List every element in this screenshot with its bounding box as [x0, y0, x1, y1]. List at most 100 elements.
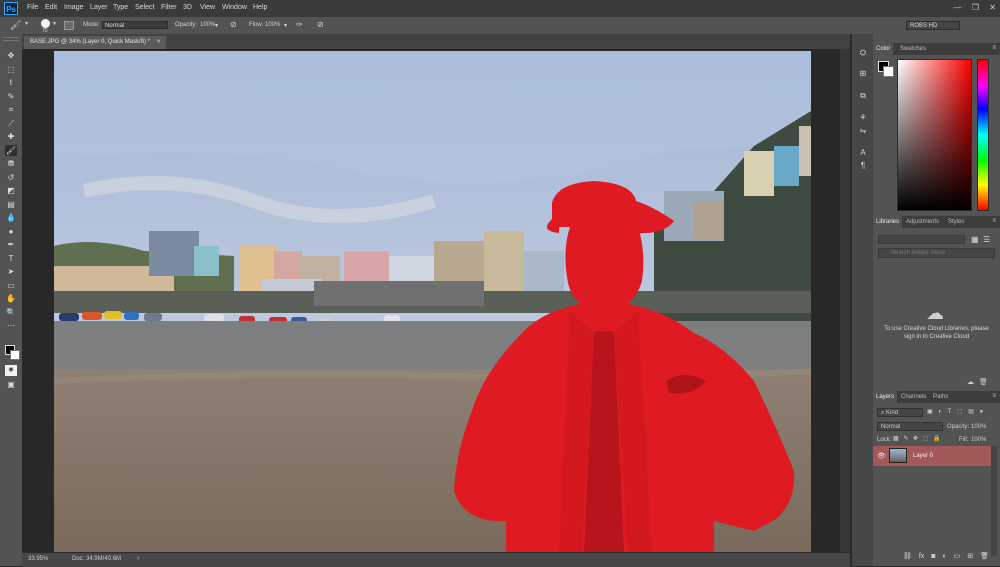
move-tool-icon[interactable]: ✥ [5, 50, 17, 61]
menu-type[interactable]: Type [113, 4, 128, 11]
eraser-tool-icon[interactable]: ◩ [5, 185, 17, 196]
vertical-scrollbar[interactable] [840, 49, 850, 552]
add-mask-icon[interactable]: ◙ [931, 553, 935, 560]
brush-tool-icon[interactable]: 🖌 [10, 20, 21, 31]
character-panel-icon[interactable]: A [857, 147, 869, 158]
workspace-select[interactable]: ROBS HD [906, 21, 960, 30]
close-tab-icon[interactable]: × [157, 39, 161, 45]
tab-adjustments[interactable]: Adjustments [903, 216, 942, 228]
status-menu-arrow-icon[interactable]: › [137, 555, 139, 562]
menu-layer[interactable]: Layer [90, 4, 108, 11]
tab-swatches[interactable]: Swatches [897, 43, 929, 55]
pressure-opacity-icon[interactable]: ⊘ [230, 20, 237, 29]
tab-paths[interactable]: Paths [930, 391, 951, 403]
brush-settings-panel-icon[interactable]: ⚘ [857, 112, 869, 123]
paragraph-panel-icon[interactable]: ¶ [857, 160, 869, 171]
fx-icon[interactable]: fx [919, 553, 924, 560]
color-picker-field[interactable] [897, 59, 972, 211]
close-icon[interactable]: ✕ [989, 3, 996, 12]
menu-file[interactable]: File [27, 4, 38, 11]
rectangle-tool-icon[interactable]: ▭ [5, 280, 17, 291]
panel-menu-icon[interactable]: ≡ [992, 218, 996, 224]
background-color-swatch[interactable] [10, 350, 20, 360]
background-color-swatch[interactable] [883, 66, 894, 77]
clone-stamp-tool-icon[interactable]: ⛃ [5, 158, 17, 169]
marquee-tool-icon[interactable]: ⬚ [5, 64, 17, 75]
opacity-value[interactable]: 100% [200, 22, 215, 28]
tab-libraries[interactable]: Libraries [873, 216, 903, 228]
flow-value[interactable]: 100% [265, 22, 280, 28]
menu-image[interactable]: Image [64, 4, 83, 11]
new-layer-icon[interactable]: ⊞ [967, 553, 973, 560]
pressure-size-icon[interactable]: ⊘ [317, 20, 324, 29]
tab-color[interactable]: Color [873, 43, 894, 55]
panel-menu-icon[interactable]: ≡ [992, 45, 996, 51]
layer-filter-select[interactable]: ⌕ Kind [877, 408, 923, 417]
lock-artboard-icon[interactable]: ⬚ [923, 436, 929, 442]
toolbar-grip[interactable] [3, 37, 19, 41]
menu-window[interactable]: Window [222, 4, 247, 11]
blur-tool-icon[interactable]: 💧 [5, 212, 17, 223]
tab-channels[interactable]: Channels [898, 391, 929, 403]
tab-styles[interactable]: Styles [945, 216, 967, 228]
airbrush-icon[interactable]: ✑ [296, 20, 303, 29]
list-view-icon[interactable]: ☰ [983, 235, 992, 244]
link-layers-icon[interactable]: ⛓ [903, 553, 912, 560]
lasso-tool-icon[interactable]: ℓ [5, 77, 17, 88]
menu-view[interactable]: View [200, 4, 215, 11]
adjustment-filter-icon[interactable]: ◐ [938, 409, 942, 415]
dodge-tool-icon[interactable]: ● [5, 226, 17, 237]
layer-name[interactable]: Layer 0 [913, 453, 933, 459]
gradient-tool-icon[interactable]: ▤ [5, 199, 17, 210]
grid-view-icon[interactable]: ▦ [971, 235, 980, 244]
cloud-sync-icon[interactable]: ☁ [967, 378, 974, 386]
path-selection-tool-icon[interactable]: ➤ [5, 266, 17, 277]
document-canvas[interactable] [54, 51, 811, 553]
minimize-icon[interactable]: — [954, 3, 962, 12]
layers-scrollbar[interactable] [991, 446, 997, 556]
chevron-down-icon[interactable]: ▾ [215, 22, 218, 29]
shape-filter-icon[interactable]: ⬚ [957, 409, 963, 415]
layer-opacity-value[interactable]: 100% [971, 424, 986, 430]
lock-image-icon[interactable]: ✎ [903, 436, 908, 442]
new-group-icon[interactable]: ▭ [954, 553, 961, 560]
zoom-level[interactable]: 33.95% [28, 556, 48, 562]
zoom-tool-icon[interactable]: 🔍 [5, 307, 17, 318]
trash-icon[interactable]: 🗑 [979, 378, 988, 386]
chevron-down-icon[interactable]: ▾ [284, 22, 287, 29]
healing-brush-tool-icon[interactable]: ✚ [5, 131, 17, 142]
lock-all-icon[interactable]: 🔒 [933, 436, 940, 442]
eye-icon[interactable]: 👁 [877, 452, 886, 460]
smart-object-filter-icon[interactable]: ▤ [968, 409, 974, 415]
menu-filter[interactable]: Filter [161, 4, 177, 11]
lock-transparent-icon[interactable]: ▩ [893, 436, 899, 442]
brush-panel-toggle-icon[interactable] [64, 21, 74, 30]
tab-layers[interactable]: Layers [873, 391, 898, 403]
lock-position-icon[interactable]: ✥ [913, 436, 918, 442]
menu-3d[interactable]: 3D [183, 4, 192, 11]
screen-mode-icon[interactable]: ▣ [5, 379, 17, 390]
edit-toolbar-icon[interactable]: ⋯ [5, 320, 17, 331]
quick-selection-tool-icon[interactable]: ✎ [5, 91, 17, 102]
info-panel-icon[interactable]: ⊞ [857, 68, 869, 79]
layer-fill-value[interactable]: 100% [971, 437, 986, 443]
type-filter-icon[interactable]: T [948, 409, 952, 415]
filter-toggle-icon[interactable]: ● [980, 409, 984, 415]
brush-preset-icon[interactable] [41, 19, 50, 28]
menu-help[interactable]: Help [253, 4, 267, 11]
eyedropper-tool-icon[interactable]: ⟋ [5, 118, 17, 129]
type-tool-icon[interactable]: T [5, 253, 17, 264]
pen-tool-icon[interactable]: ✒ [5, 239, 17, 250]
layer-row[interactable]: 👁 Layer 0 [873, 446, 991, 466]
blend-mode-select[interactable]: Normal [877, 422, 943, 431]
adjustment-layer-icon[interactable]: ◐ [942, 553, 946, 560]
hand-tool-icon[interactable]: ✋ [5, 293, 17, 304]
document-tab[interactable]: BASE.JPG @ 34% (Layer 0, Quick Mask/8) *… [24, 36, 167, 49]
chevron-down-icon[interactable]: ▾ [53, 20, 56, 27]
mode-select[interactable]: Normal [102, 21, 168, 29]
quick-mask-mode-icon[interactable]: ◉ [5, 365, 17, 376]
library-select[interactable] [878, 235, 965, 244]
delete-layer-icon[interactable]: 🗑 [980, 553, 989, 560]
history-brush-tool-icon[interactable]: ↺ [5, 172, 17, 183]
restore-icon[interactable]: ❐ [972, 3, 979, 12]
